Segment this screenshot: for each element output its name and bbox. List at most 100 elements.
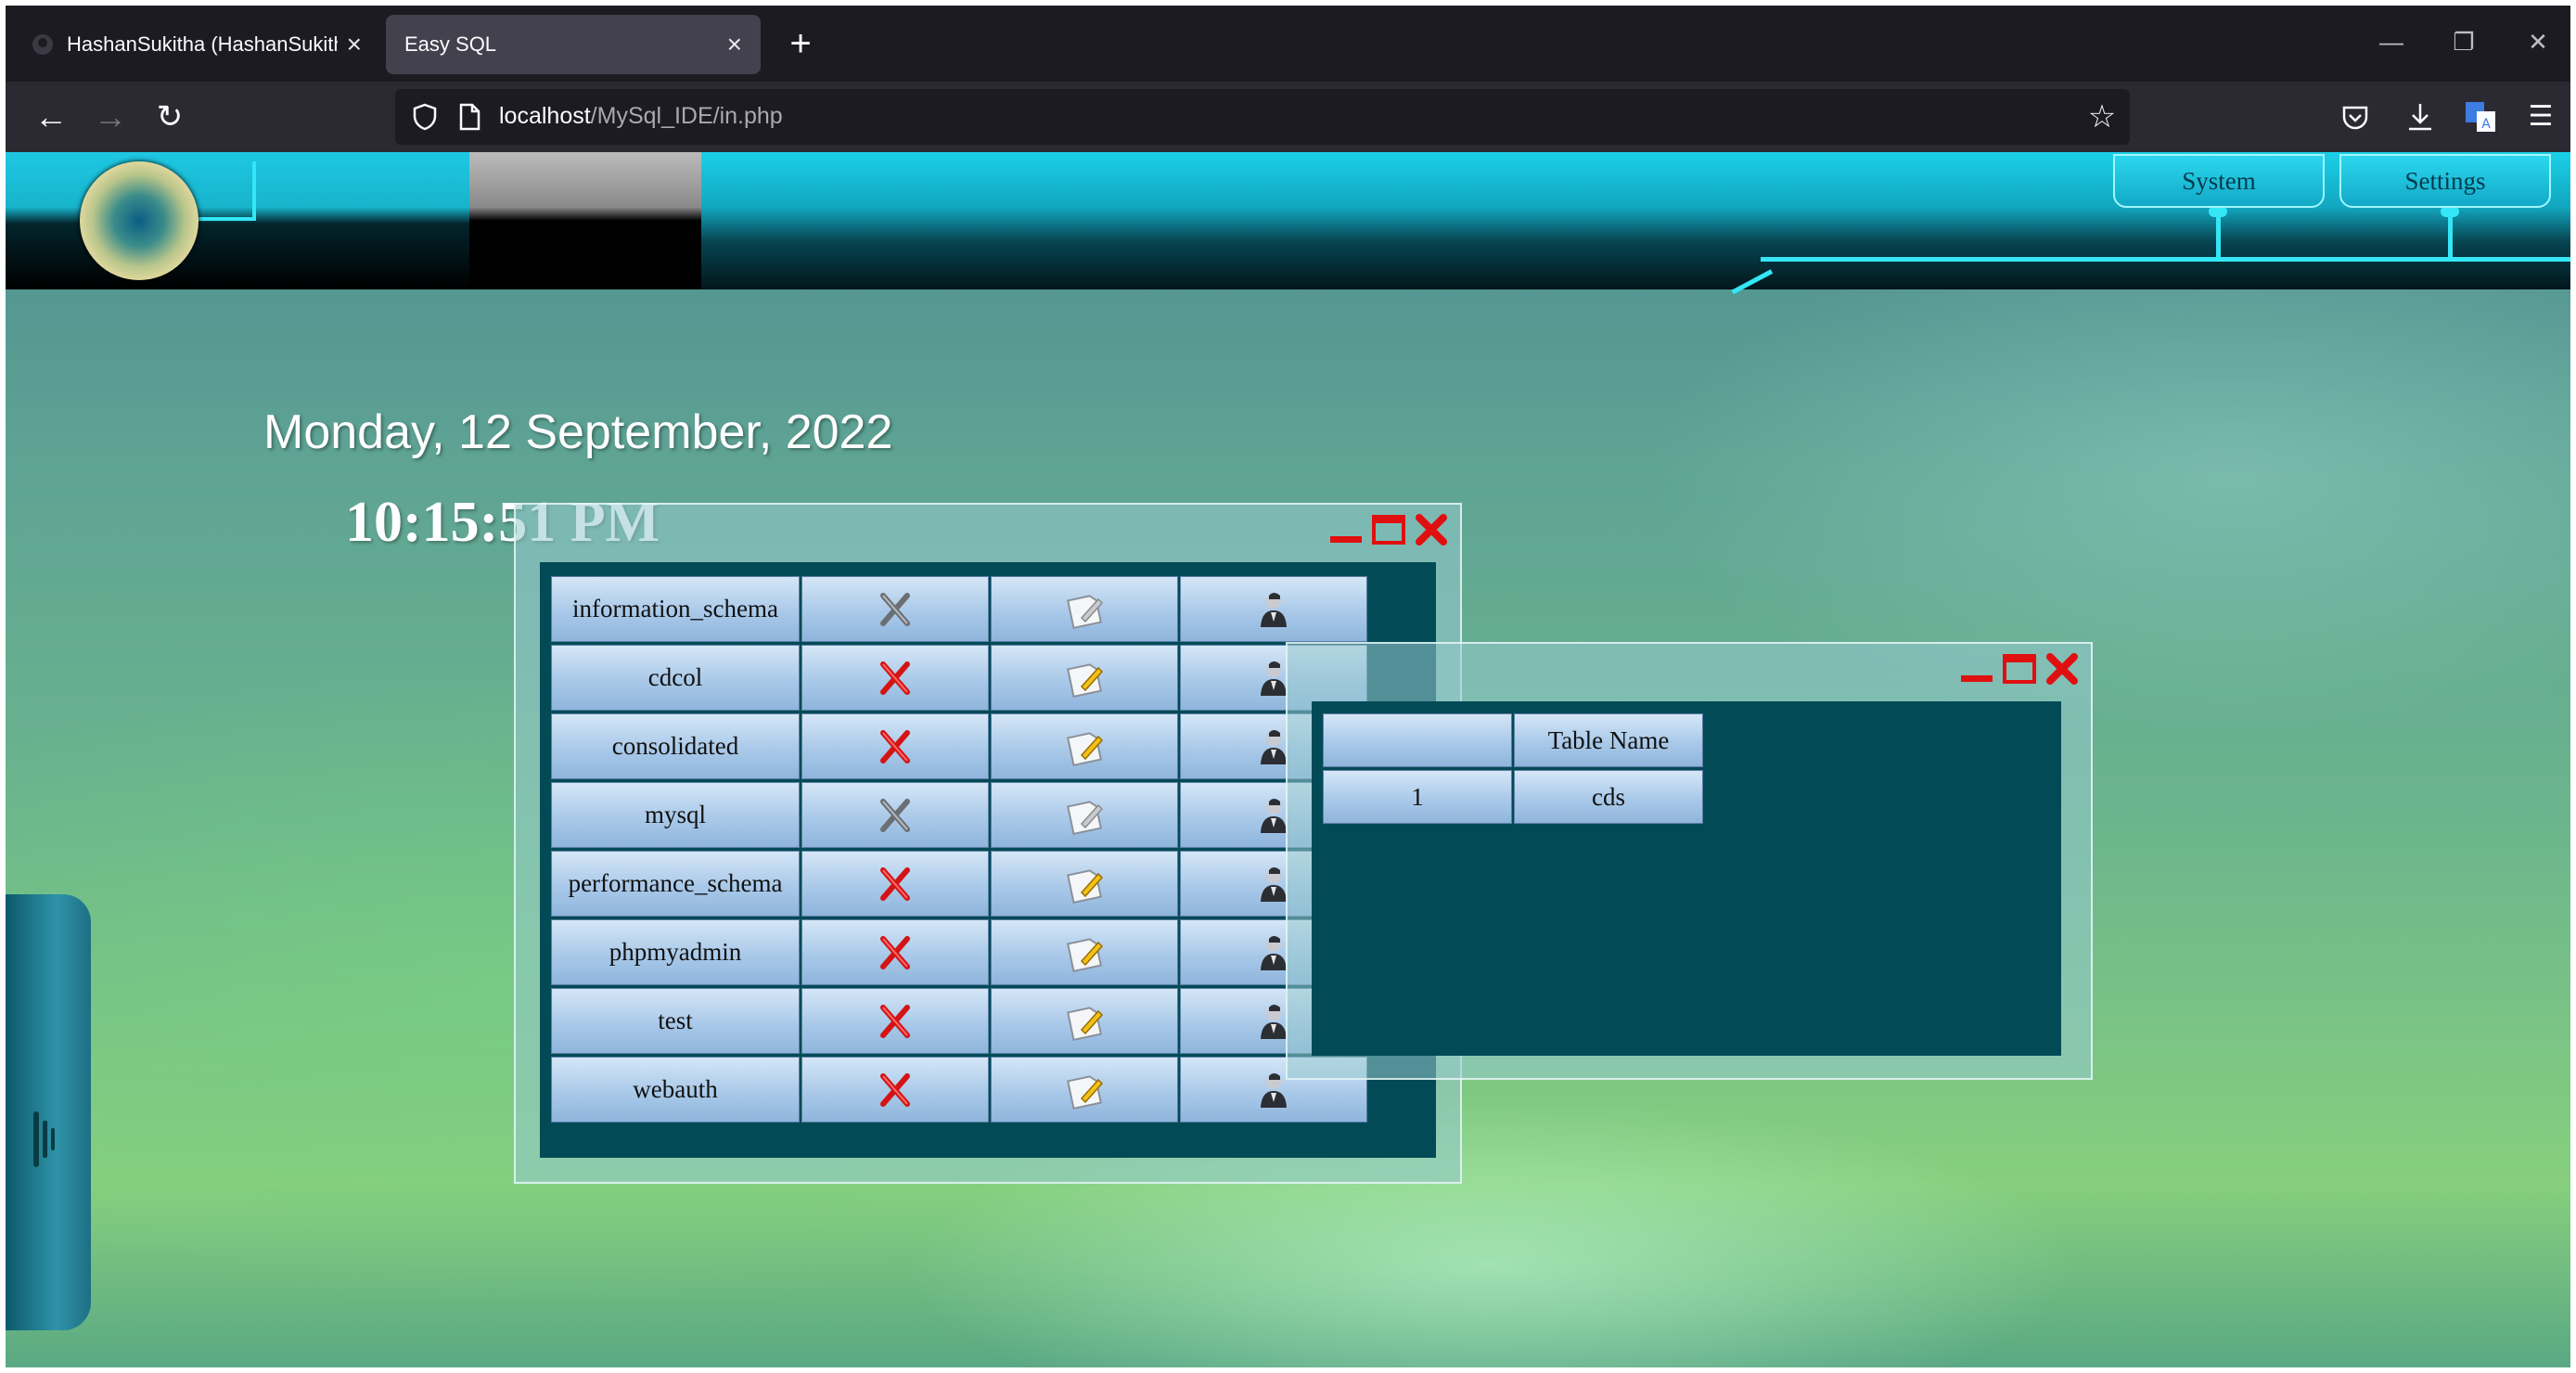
maximize-icon[interactable]: [2002, 653, 2037, 685]
database-name-cell[interactable]: cdcol: [551, 645, 800, 711]
minimize-icon[interactable]: [1328, 514, 1364, 545]
edit-icon[interactable]: [1063, 725, 1106, 768]
page-content: System Settings Monday, 12 September, 20…: [6, 152, 2570, 1367]
edit-icon[interactable]: [1063, 1069, 1106, 1111]
grip-handle-icon[interactable]: [28, 1102, 63, 1176]
edit-database-button[interactable]: [991, 713, 1178, 779]
logo-orb: [80, 161, 199, 280]
table-row[interactable]: mysql: [551, 782, 1367, 848]
tab-strip: HashanSukitha (HashanSukitha) × Easy SQL…: [6, 6, 2570, 82]
nav-system-button[interactable]: System: [2113, 154, 2325, 208]
tab-easy-sql[interactable]: Easy SQL ×: [386, 15, 761, 74]
table-row[interactable]: information_schema: [551, 576, 1367, 642]
delete-icon[interactable]: [874, 1000, 916, 1043]
close-window-icon[interactable]: ✕: [2510, 19, 2566, 65]
tables-window: Table Name 1 cds: [1286, 642, 2093, 1080]
minimize-window-icon[interactable]: —: [2364, 19, 2419, 65]
tables-table: Table Name 1 cds: [1321, 711, 1705, 827]
close-icon[interactable]: [1414, 514, 1449, 545]
edit-database-button[interactable]: [991, 919, 1178, 985]
maximize-icon[interactable]: [1371, 514, 1406, 545]
translate-icon[interactable]: A: [2464, 100, 2497, 134]
delete-database-button[interactable]: [801, 1057, 989, 1123]
nav-settings-button[interactable]: Settings: [2339, 154, 2551, 208]
table-row[interactable]: 1 cds: [1323, 770, 1703, 824]
close-icon[interactable]: [2044, 653, 2080, 685]
delete-icon[interactable]: [874, 1069, 916, 1111]
database-name-cell[interactable]: consolidated: [551, 713, 800, 779]
window-controls: [1959, 653, 2080, 685]
database-name-cell[interactable]: information_schema: [551, 576, 800, 642]
plus-icon[interactable]: +: [777, 22, 824, 69]
minimize-icon[interactable]: [1959, 653, 1994, 685]
table-row[interactable]: phpmyadmin: [551, 919, 1367, 985]
pocket-icon[interactable]: [2339, 102, 2371, 134]
browser-window: HashanSukitha (HashanSukitha) × Easy SQL…: [6, 6, 2570, 1367]
delete-database-button[interactable]: [801, 713, 989, 779]
edit-icon[interactable]: [1063, 794, 1106, 837]
table-row[interactable]: cdcol: [551, 645, 1367, 711]
delete-icon[interactable]: [874, 863, 916, 905]
shield-icon[interactable]: [410, 102, 440, 132]
edit-database-button[interactable]: [991, 782, 1178, 848]
delete-database-button[interactable]: [801, 988, 989, 1054]
delete-icon[interactable]: [874, 588, 916, 631]
database-name-cell[interactable]: mysql: [551, 782, 800, 848]
edit-icon[interactable]: [1063, 931, 1106, 974]
tab-title: Easy SQL: [404, 32, 497, 56]
url-text[interactable]: localhost/MySql_IDE/in.php: [499, 103, 783, 130]
restore-window-icon[interactable]: ❐: [2436, 19, 2492, 65]
back-arrow-icon[interactable]: ←: [28, 94, 74, 140]
header-left-panel: [6, 152, 469, 289]
edit-database-button[interactable]: [991, 1057, 1178, 1123]
edit-icon[interactable]: [1063, 588, 1106, 631]
reload-icon[interactable]: ↻: [147, 94, 193, 140]
delete-database-button[interactable]: [801, 576, 989, 642]
user-database-button[interactable]: [1180, 576, 1367, 642]
navigation-toolbar: ← → ↻ localhost/MySql_IDE/in.php ☆ A ☰: [6, 82, 2570, 152]
delete-database-button[interactable]: [801, 919, 989, 985]
close-tab-icon[interactable]: ×: [727, 30, 742, 59]
delete-database-button[interactable]: [801, 851, 989, 917]
user-icon[interactable]: [1252, 588, 1295, 631]
github-icon: [32, 34, 53, 55]
header-cell: [1323, 713, 1512, 767]
page-icon[interactable]: [456, 102, 482, 132]
delete-icon[interactable]: [874, 725, 916, 768]
svg-text:A: A: [2481, 117, 2491, 132]
edit-database-button[interactable]: [991, 851, 1178, 917]
table-row[interactable]: webauth: [551, 1057, 1367, 1123]
database-name-cell[interactable]: test: [551, 988, 800, 1054]
delete-icon[interactable]: [874, 794, 916, 837]
forward-arrow-icon[interactable]: →: [87, 94, 134, 140]
delete-database-button[interactable]: [801, 645, 989, 711]
tab-github[interactable]: HashanSukitha (HashanSukitha) ×: [13, 15, 380, 74]
table-row[interactable]: consolidated: [551, 713, 1367, 779]
close-tab-icon[interactable]: ×: [347, 30, 362, 59]
database-name-cell[interactable]: performance_schema: [551, 851, 800, 917]
menu-icon[interactable]: ☰: [2518, 94, 2564, 140]
edit-database-button[interactable]: [991, 576, 1178, 642]
header-dark-block: [469, 152, 701, 289]
delete-database-button[interactable]: [801, 782, 989, 848]
edit-icon[interactable]: [1063, 863, 1106, 905]
date-display: Monday, 12 September, 2022: [263, 405, 893, 459]
circuit-line: [199, 217, 254, 221]
database-name-cell[interactable]: phpmyadmin: [551, 919, 800, 985]
table-row[interactable]: test: [551, 988, 1367, 1054]
download-icon[interactable]: [2404, 100, 2436, 134]
table-row[interactable]: performance_schema: [551, 851, 1367, 917]
database-name-cell[interactable]: webauth: [551, 1057, 800, 1123]
tables-panel: Table Name 1 cds: [1312, 701, 2061, 1056]
edit-icon[interactable]: [1063, 1000, 1106, 1043]
edit-database-button[interactable]: [991, 988, 1178, 1054]
edit-database-button[interactable]: [991, 645, 1178, 711]
table-name-cell[interactable]: cds: [1514, 770, 1703, 824]
url-bar[interactable]: localhost/MySql_IDE/in.php ☆: [395, 89, 2130, 145]
edit-icon[interactable]: [1063, 657, 1106, 699]
tab-title: HashanSukitha (HashanSukitha): [67, 32, 338, 56]
delete-icon[interactable]: [874, 931, 916, 974]
bookmark-star-icon[interactable]: ☆: [2083, 98, 2121, 135]
databases-table: information_schema cdcol consolidated mysql…: [549, 573, 1369, 1125]
delete-icon[interactable]: [874, 657, 916, 699]
